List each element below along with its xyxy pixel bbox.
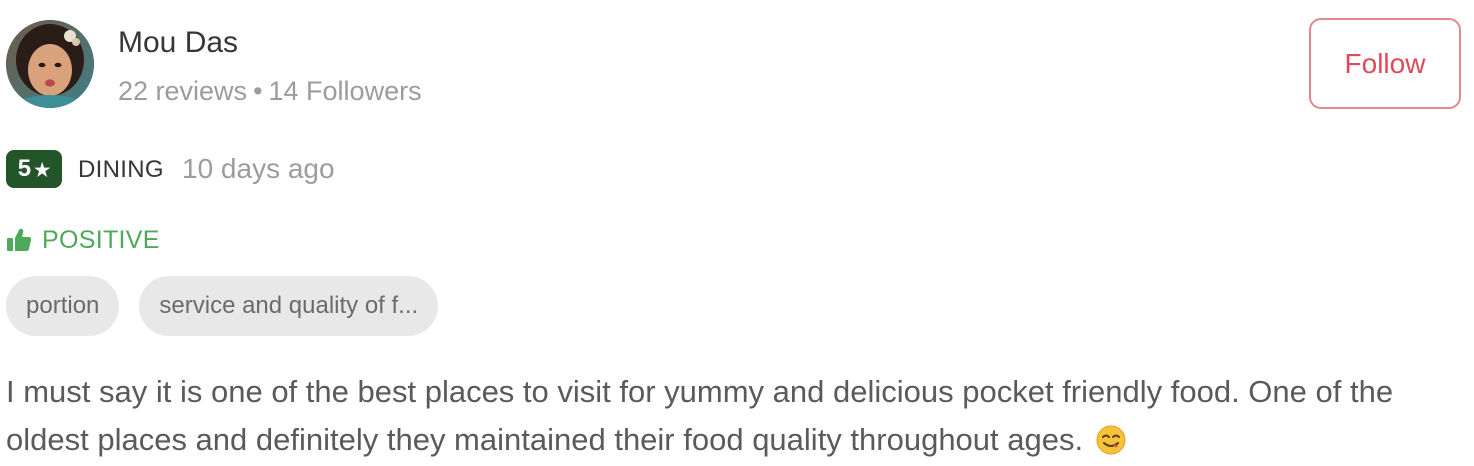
tag-chip[interactable]: service and quality of f... [139,276,439,336]
star-icon: ★ [34,159,51,180]
review-body: I must say it is one of the best places … [6,368,1466,464]
rating-value: 5 [17,155,32,182]
yum-face-emoji-icon [1096,425,1126,455]
followers-count: 14 Followers [268,76,422,106]
review-time[interactable]: 10 days ago [182,151,335,187]
tag-chip[interactable]: portion [6,276,120,336]
thumbs-up-icon [7,228,32,251]
user-name[interactable]: Mou Das [118,24,238,62]
user-stats: 22 reviews • 14 Followers [118,73,422,109]
review-text: I must say it is one of the best places … [6,374,1394,457]
sentiment-label: POSITIVE [42,225,160,254]
tag-list: portion service and quality of f... [6,276,439,336]
review-card: Mou Das 22 reviews • 14 Followers Follow 5… [0,0,1474,466]
user-avatar[interactable] [6,20,94,108]
sentiment-indicator: POSITIVE [6,222,160,258]
avatar-photo-icon [6,20,94,108]
meta-separator: • [253,76,263,106]
review-type: DINING [78,156,164,183]
follow-button[interactable]: Follow [1309,18,1461,109]
reviews-count: 22 reviews [118,76,248,106]
rating-badge: 5 ★ [6,150,62,188]
